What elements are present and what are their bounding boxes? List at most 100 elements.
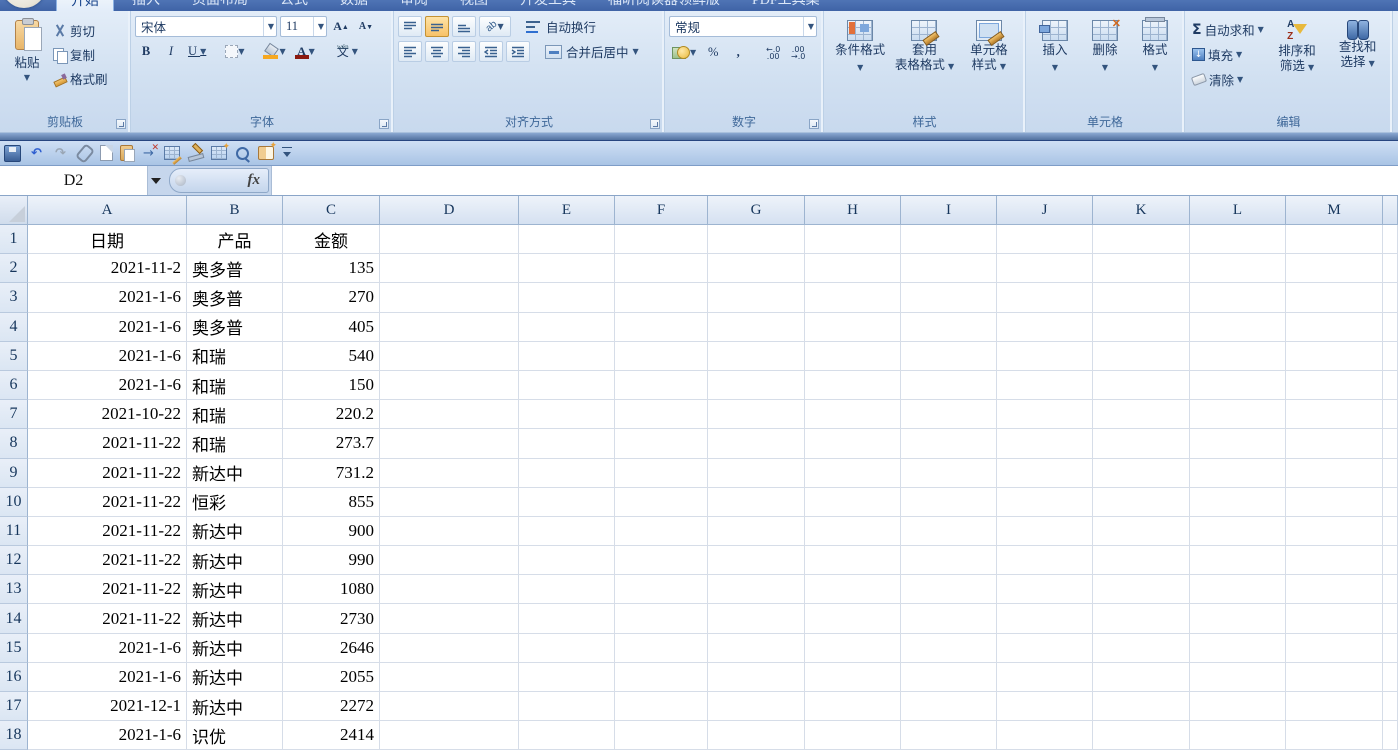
- cell-partial-11[interactable]: [1383, 517, 1398, 546]
- cell-K18[interactable]: [1093, 721, 1190, 750]
- number-dialog-launcher[interactable]: [809, 119, 819, 129]
- cell-G7[interactable]: [708, 400, 805, 429]
- cell-D6[interactable]: [380, 371, 519, 400]
- cell-A18[interactable]: 2021-1-6: [28, 721, 187, 750]
- cell-F10[interactable]: [615, 488, 708, 517]
- row-header-4[interactable]: 4: [0, 313, 28, 342]
- comma-button[interactable]: ,: [727, 42, 749, 63]
- cell-G14[interactable]: [708, 604, 805, 633]
- redo-icon[interactable]: ↷: [52, 145, 69, 162]
- cell-D13[interactable]: [380, 575, 519, 604]
- cell-B1[interactable]: 产品: [187, 225, 283, 254]
- cell-C2[interactable]: 135: [283, 254, 380, 283]
- cell-K13[interactable]: [1093, 575, 1190, 604]
- cell-F1[interactable]: [615, 225, 708, 254]
- cell-I1[interactable]: [901, 225, 997, 254]
- cell-G17[interactable]: [708, 692, 805, 721]
- paste-icon[interactable]: [120, 145, 133, 161]
- cell-C8[interactable]: 273.7: [283, 429, 380, 458]
- cell-B14[interactable]: 新达中: [187, 604, 283, 633]
- cell-A5[interactable]: 2021-1-6: [28, 342, 187, 371]
- format-cells-button[interactable]: 格式 ▼: [1130, 16, 1180, 112]
- fill-dropdown-arrow[interactable]: ▼: [1236, 50, 1242, 59]
- attach-icon[interactable]: [76, 145, 93, 162]
- number-format-select[interactable]: 常规 ▼: [669, 16, 817, 37]
- cell-I4[interactable]: [901, 313, 997, 342]
- cell-H18[interactable]: [805, 721, 901, 750]
- cell-C10[interactable]: 855: [283, 488, 380, 517]
- clipboard-dialog-launcher[interactable]: [116, 119, 126, 129]
- cell-partial-8[interactable]: [1383, 429, 1398, 458]
- cell-D7[interactable]: [380, 400, 519, 429]
- cell-B13[interactable]: 新达中: [187, 575, 283, 604]
- cell-partial-16[interactable]: [1383, 663, 1398, 692]
- cell-K9[interactable]: [1093, 459, 1190, 488]
- cell-partial-7[interactable]: [1383, 400, 1398, 429]
- number-format-dropdown-arrow[interactable]: ▼: [803, 17, 814, 36]
- cell-E3[interactable]: [519, 283, 615, 312]
- font-color-button[interactable]: A▼: [292, 41, 318, 62]
- cell-E17[interactable]: [519, 692, 615, 721]
- cell-C17[interactable]: 2272: [283, 692, 380, 721]
- cell-B6[interactable]: 和瑞: [187, 371, 283, 400]
- cell-C6[interactable]: 150: [283, 371, 380, 400]
- undo-icon[interactable]: ↶: [28, 145, 45, 162]
- cell-I2[interactable]: [901, 254, 997, 283]
- formula-bar-handle[interactable]: [175, 175, 186, 186]
- cell-I6[interactable]: [901, 371, 997, 400]
- cell-M5[interactable]: [1286, 342, 1383, 371]
- cell-K17[interactable]: [1093, 692, 1190, 721]
- cell-E18[interactable]: [519, 721, 615, 750]
- cell-B11[interactable]: 新达中: [187, 517, 283, 546]
- cell-K12[interactable]: [1093, 546, 1190, 575]
- column-header-G[interactable]: G: [708, 196, 805, 225]
- cell-L16[interactable]: [1190, 663, 1286, 692]
- align-bottom-button[interactable]: [452, 16, 476, 37]
- cell-L5[interactable]: [1190, 342, 1286, 371]
- font-name-select[interactable]: 宋体 ▼: [135, 16, 277, 37]
- ribbon-tab-data[interactable]: 数据: [326, 0, 382, 11]
- row-header-12[interactable]: 12: [0, 546, 28, 575]
- cell-E1[interactable]: [519, 225, 615, 254]
- cell-E9[interactable]: [519, 459, 615, 488]
- percent-button[interactable]: %: [702, 42, 724, 63]
- underline-button[interactable]: U ▼: [185, 41, 209, 62]
- cell-I9[interactable]: [901, 459, 997, 488]
- cell-K4[interactable]: [1093, 313, 1190, 342]
- cell-M14[interactable]: [1286, 604, 1383, 633]
- cell-H12[interactable]: [805, 546, 901, 575]
- cell-H9[interactable]: [805, 459, 901, 488]
- cell-F18[interactable]: [615, 721, 708, 750]
- align-center-button[interactable]: [425, 41, 449, 62]
- column-header-A[interactable]: A: [28, 196, 187, 225]
- cell-E5[interactable]: [519, 342, 615, 371]
- cell-H6[interactable]: [805, 371, 901, 400]
- cell-K6[interactable]: [1093, 371, 1190, 400]
- cell-D14[interactable]: [380, 604, 519, 633]
- cell-J2[interactable]: [997, 254, 1093, 283]
- row-header-15[interactable]: 15: [0, 634, 28, 663]
- cell-D10[interactable]: [380, 488, 519, 517]
- name-box-dropdown-arrow[interactable]: [148, 166, 164, 195]
- cell-L13[interactable]: [1190, 575, 1286, 604]
- row-header-16[interactable]: 16: [0, 663, 28, 692]
- cell-H15[interactable]: [805, 634, 901, 663]
- cell-L17[interactable]: [1190, 692, 1286, 721]
- cell-E10[interactable]: [519, 488, 615, 517]
- cell-I14[interactable]: [901, 604, 997, 633]
- column-header-partial[interactable]: [1383, 196, 1398, 225]
- row-header-9[interactable]: 9: [0, 459, 28, 488]
- cell-C11[interactable]: 900: [283, 517, 380, 546]
- cell-B4[interactable]: 奥多普: [187, 313, 283, 342]
- cell-I3[interactable]: [901, 283, 997, 312]
- row-header-1[interactable]: 1: [0, 225, 28, 254]
- paste-button[interactable]: 粘贴 ▼: [4, 16, 50, 112]
- cell-J4[interactable]: [997, 313, 1093, 342]
- cell-F15[interactable]: [615, 634, 708, 663]
- cell-A8[interactable]: 2021-11-22: [28, 429, 187, 458]
- font-size-select[interactable]: 11 ▼: [280, 16, 327, 37]
- font-size-dropdown-arrow[interactable]: ▼: [313, 17, 324, 36]
- cell-J7[interactable]: [997, 400, 1093, 429]
- cell-F13[interactable]: [615, 575, 708, 604]
- cell-K7[interactable]: [1093, 400, 1190, 429]
